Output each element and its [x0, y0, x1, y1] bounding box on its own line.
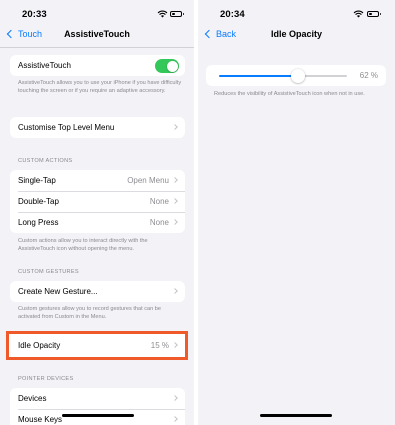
- devices-label: Devices: [18, 394, 47, 403]
- battery-icon: [170, 11, 184, 17]
- long-press-label: Long Press: [18, 218, 59, 227]
- pointer-devices-header: POINTER DEVICES: [18, 376, 74, 382]
- assistive-touch-group: AssistiveTouch: [10, 55, 185, 76]
- home-indicator[interactable]: [260, 414, 332, 417]
- idle-opacity-screen: 20:34 Back Idle Opacity 62 % Reduces the…: [198, 0, 395, 425]
- status-bar: 20:33: [0, 0, 194, 22]
- mouse-keys-row[interactable]: Mouse Keys: [10, 409, 185, 425]
- create-new-gesture-row[interactable]: Create New Gesture...: [10, 281, 185, 302]
- page-title: Idle Opacity: [270, 29, 323, 39]
- chevron-right-icon: [172, 395, 178, 401]
- navigation-bar: Touch AssistiveTouch: [0, 22, 194, 48]
- status-time: 20:33: [22, 9, 47, 20]
- custom-gestures-group: Create New Gesture...: [10, 281, 185, 302]
- assistive-touch-label: AssistiveTouch: [18, 61, 71, 70]
- custom-gestures-footnote: Custom gestures allow you to record gest…: [18, 306, 162, 320]
- chevron-right-icon: [172, 219, 178, 225]
- opacity-footnote: Reduces the visibility of AssistiveTouch…: [214, 91, 365, 97]
- opacity-slider-track[interactable]: [219, 69, 347, 83]
- wifi-icon: [353, 10, 364, 18]
- home-indicator[interactable]: [62, 414, 134, 417]
- double-tap-label: Double-Tap: [18, 197, 59, 206]
- custom-actions-header: CUSTOM ACTIONS: [18, 158, 73, 164]
- assistive-touch-footnote: AssistiveTouch allows you to use your iP…: [18, 80, 182, 94]
- chevron-right-icon: [172, 198, 178, 204]
- single-tap-row[interactable]: Single-Tap Open Menu: [10, 170, 185, 191]
- custom-gestures-header: CUSTOM GESTURES: [18, 269, 79, 275]
- assistive-touch-screen: 20:33 Touch AssistiveTouch AssistiveTouc…: [0, 0, 194, 425]
- opacity-slider-knob[interactable]: [291, 69, 306, 83]
- devices-row[interactable]: Devices: [10, 388, 185, 409]
- chevron-right-icon: [172, 288, 178, 294]
- mouse-keys-label: Mouse Keys: [18, 415, 63, 424]
- chevron-right-icon: [172, 177, 178, 183]
- double-tap-value: None: [149, 197, 169, 206]
- chevron-right-icon: [172, 124, 178, 130]
- idle-opacity-value: 15 %: [150, 341, 169, 350]
- opacity-slider-group: 62 %: [206, 65, 386, 86]
- idle-opacity-row[interactable]: Idle Opacity 15 %: [10, 335, 185, 356]
- create-new-gesture-label: Create New Gesture...: [18, 287, 98, 296]
- battery-icon: [367, 11, 381, 17]
- idle-opacity-group: Idle Opacity 15 %: [10, 335, 185, 356]
- page-title: AssistiveTouch: [64, 29, 130, 39]
- navigation-bar: Back Idle Opacity: [198, 22, 395, 48]
- custom-actions-footnote: Custom actions allow you to interact dir…: [18, 238, 148, 252]
- long-press-row[interactable]: Long Press None: [10, 212, 185, 233]
- idle-opacity-label: Idle Opacity: [18, 341, 61, 350]
- pointer-devices-group: Devices Mouse Keys: [10, 388, 185, 425]
- chevron-right-icon: [172, 342, 178, 348]
- single-tap-label: Single-Tap: [18, 176, 56, 185]
- customise-top-level-menu-row[interactable]: Customise Top Level Menu: [10, 117, 185, 138]
- customise-label: Customise Top Level Menu: [18, 123, 115, 132]
- opacity-value: 62 %: [359, 71, 378, 80]
- opacity-slider-fill: [219, 75, 299, 77]
- wifi-icon: [157, 10, 168, 18]
- customise-group: Customise Top Level Menu: [10, 117, 185, 138]
- status-time: 20:34: [220, 9, 245, 20]
- double-tap-row[interactable]: Double-Tap None: [10, 191, 185, 212]
- status-bar: 20:34: [198, 0, 395, 22]
- long-press-value: None: [149, 218, 169, 227]
- single-tap-value: Open Menu: [127, 176, 169, 185]
- custom-actions-group: Single-Tap Open Menu Double-Tap None Lon…: [10, 170, 185, 233]
- assistive-touch-toggle[interactable]: [155, 59, 179, 73]
- assistive-touch-row: AssistiveTouch: [10, 55, 185, 76]
- chevron-right-icon: [172, 416, 178, 422]
